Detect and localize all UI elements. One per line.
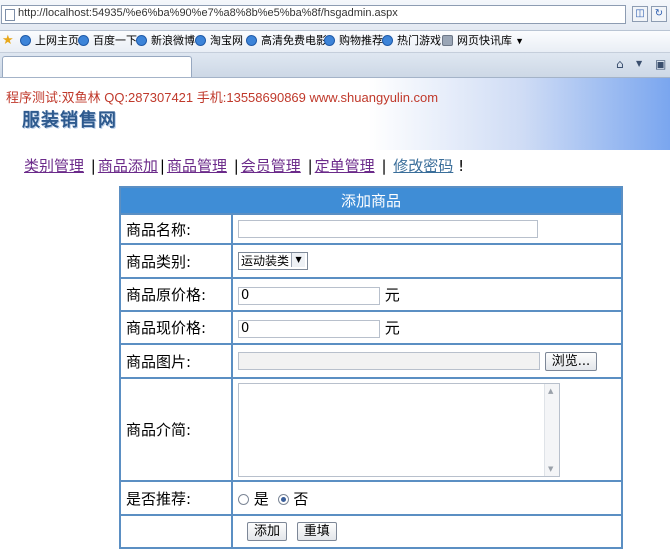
nav-separator: |	[159, 157, 165, 175]
intro-textarea[interactable]: ▲ ▼	[238, 382, 560, 477]
tab-bar: ⌂ ▼ ▣	[0, 53, 670, 78]
product-name-input[interactable]	[238, 220, 538, 239]
original-price-label: 商品原价格:	[119, 277, 233, 312]
favorites-star-icon[interactable]: ★	[2, 34, 14, 47]
form-header-row: 添加商品	[119, 186, 623, 215]
chevron-down-icon: ▼	[515, 36, 524, 46]
favorite-link[interactable]: 网页快讯库 ▼	[442, 34, 524, 49]
nav-separator: |	[307, 157, 313, 175]
site-banner: 程序测试:双鱼林 QQ:287307421 手机:13558690869 www…	[0, 78, 670, 150]
nav-separator: |	[381, 157, 387, 175]
form-row: 商品图片: 浏览...	[119, 343, 623, 379]
form-row: 是否推荐: 是 否	[119, 480, 623, 516]
favorite-link[interactable]: 新浪微博	[136, 34, 195, 49]
favorite-link[interactable]: 百度一下	[78, 34, 137, 49]
ie-page-icon	[195, 35, 206, 46]
compatibility-view-icon[interactable]: ◫	[632, 6, 648, 22]
add-button[interactable]: 添加	[247, 522, 288, 541]
reset-button[interactable]: 重填	[296, 522, 337, 541]
form-row: 添加 重填	[119, 514, 623, 549]
nav-change-password[interactable]: 修改密码	[393, 157, 453, 175]
add-product-form: 添加商品 商品名称: 商品类别: 运动装类▼ 商品原价格: 元 商品现价格: 元…	[119, 186, 623, 549]
intro-label: 商品介简:	[119, 377, 233, 482]
favorite-link[interactable]: 购物推荐	[324, 34, 383, 49]
recommend-no-radio[interactable]	[277, 493, 289, 505]
page-icon	[5, 9, 15, 21]
ie-page-icon	[78, 35, 89, 46]
nav-category-manage[interactable]: 类别管理	[24, 157, 84, 175]
contact-info: 程序测试:双鱼林 QQ:287307421 手机:13558690869 www…	[6, 90, 439, 105]
feed-icon	[442, 35, 453, 46]
category-label: 商品类别:	[119, 243, 233, 279]
image-path-input[interactable]	[238, 352, 540, 370]
favorite-link[interactable]: 高清免费电影	[246, 34, 327, 49]
site-logo: 服装销售网	[22, 110, 117, 131]
form-row: 商品现价格: 元	[119, 310, 623, 345]
favorite-link[interactable]: 上网主页	[20, 34, 79, 49]
form-row: 商品原价格: 元	[119, 277, 623, 312]
original-price-input[interactable]	[238, 286, 380, 305]
ie-page-icon	[382, 35, 393, 46]
current-price-label: 商品现价格:	[119, 310, 233, 345]
form-row: 商品名称:	[119, 213, 623, 245]
recommend-label: 是否推荐:	[119, 480, 233, 516]
nav-separator: |	[90, 157, 96, 175]
address-bar: http://localhost:54935/%e6%ba%90%e7%a8%8…	[0, 0, 670, 31]
feed-icon[interactable]: ▣	[655, 57, 666, 71]
name-label: 商品名称:	[119, 213, 233, 245]
image-label: 商品图片:	[119, 343, 233, 379]
chevron-down-icon: ▼	[291, 253, 306, 268]
nav-end-mark: !	[458, 157, 465, 175]
url-text: http://localhost:54935/%e6%ba%90%e7%a8%8…	[18, 7, 398, 19]
recommend-no-label: 否	[293, 489, 309, 508]
currency-unit: 元	[384, 319, 400, 337]
favorite-link[interactable]: 淘宝网	[195, 34, 243, 49]
nav-product-manage[interactable]: 商品管理	[167, 157, 227, 175]
category-select[interactable]: 运动装类 ▼	[238, 252, 309, 271]
recommend-yes-label: 是	[253, 489, 269, 508]
chevron-down-icon[interactable]: ▼	[636, 57, 642, 71]
scroll-down-icon[interactable]: ▼	[548, 465, 553, 473]
recommend-yes-radio[interactable]	[238, 493, 249, 505]
currency-unit: 元	[384, 286, 400, 304]
textarea-scrollbar[interactable]: ▲ ▼	[544, 383, 559, 476]
ie-page-icon	[20, 35, 31, 46]
form-row: 商品介简: ▲ ▼	[119, 377, 623, 482]
nav-product-add[interactable]: 商品添加	[98, 157, 158, 175]
nav-order-manage[interactable]: 定单管理	[315, 157, 375, 175]
ie-page-icon	[324, 35, 335, 46]
home-icon[interactable]: ⌂	[616, 57, 624, 71]
browser-tab[interactable]	[2, 56, 192, 77]
nav-member-manage[interactable]: 会员管理	[241, 157, 301, 175]
form-row: 商品类别: 运动装类 ▼	[119, 243, 623, 279]
current-price-input[interactable]	[238, 319, 380, 338]
scroll-up-icon[interactable]: ▲	[548, 387, 553, 395]
favorite-link[interactable]: 热门游戏	[382, 34, 441, 49]
ie-page-icon	[246, 35, 257, 46]
browse-button[interactable]: 浏览...	[544, 351, 598, 371]
admin-nav: 类别管理 | 商品添加 | 商品管理 | 会员管理 | 定单管理 | 修改密码 !	[24, 155, 464, 176]
url-field[interactable]: http://localhost:54935/%e6%ba%90%e7%a8%8…	[1, 5, 626, 24]
ie-page-icon	[136, 35, 147, 46]
form-title: 添加商品	[119, 186, 623, 215]
refresh-icon[interactable]: ↻	[651, 6, 667, 22]
nav-separator: |	[233, 157, 239, 175]
favorites-bar: ★ 上网主页 百度一下 新浪微博 淘宝网 高清免费电影 购物推荐 热门游戏 网页…	[0, 31, 670, 53]
